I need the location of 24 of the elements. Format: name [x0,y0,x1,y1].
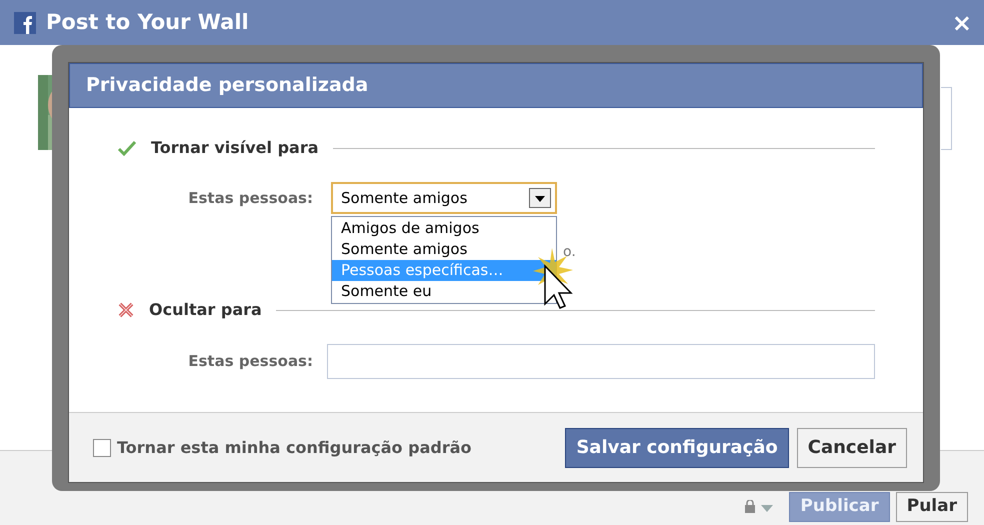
section-heading: Tornar visível para [151,137,319,159]
dropdown-option[interactable]: Amigos de amigos [332,218,556,239]
text-area[interactable] [941,87,952,150]
dialog-title: Privacidade personalizada [69,63,923,108]
skip-button[interactable]: Pular [896,492,968,522]
dropdown-value: Somente amigos [341,188,468,209]
save-button[interactable]: Salvar configuração [565,428,789,468]
checkbox-label: Tornar esta minha configuração padrão [117,436,472,458]
field-label: Estas pessoas: [187,188,314,209]
caret-icon [529,188,551,208]
hint-text: o. [563,243,576,262]
logo-icon [14,12,36,34]
checkbox[interactable] [93,438,111,456]
cancel-button[interactable]: Cancelar [796,428,907,468]
lock-icon[interactable] [745,500,776,514]
field-label: Estas pessoas: [187,351,314,372]
section-heading: Ocultar para [149,299,262,321]
check-icon [117,140,137,156]
cross-icon [117,301,135,319]
window-title: Post to Your Wall [46,8,249,36]
dropdown-option[interactable]: Somente amigos [332,239,556,260]
dropdown[interactable]: Somente amigos [331,182,557,214]
close-button[interactable]: × [952,10,972,34]
input-field[interactable] [327,344,875,379]
